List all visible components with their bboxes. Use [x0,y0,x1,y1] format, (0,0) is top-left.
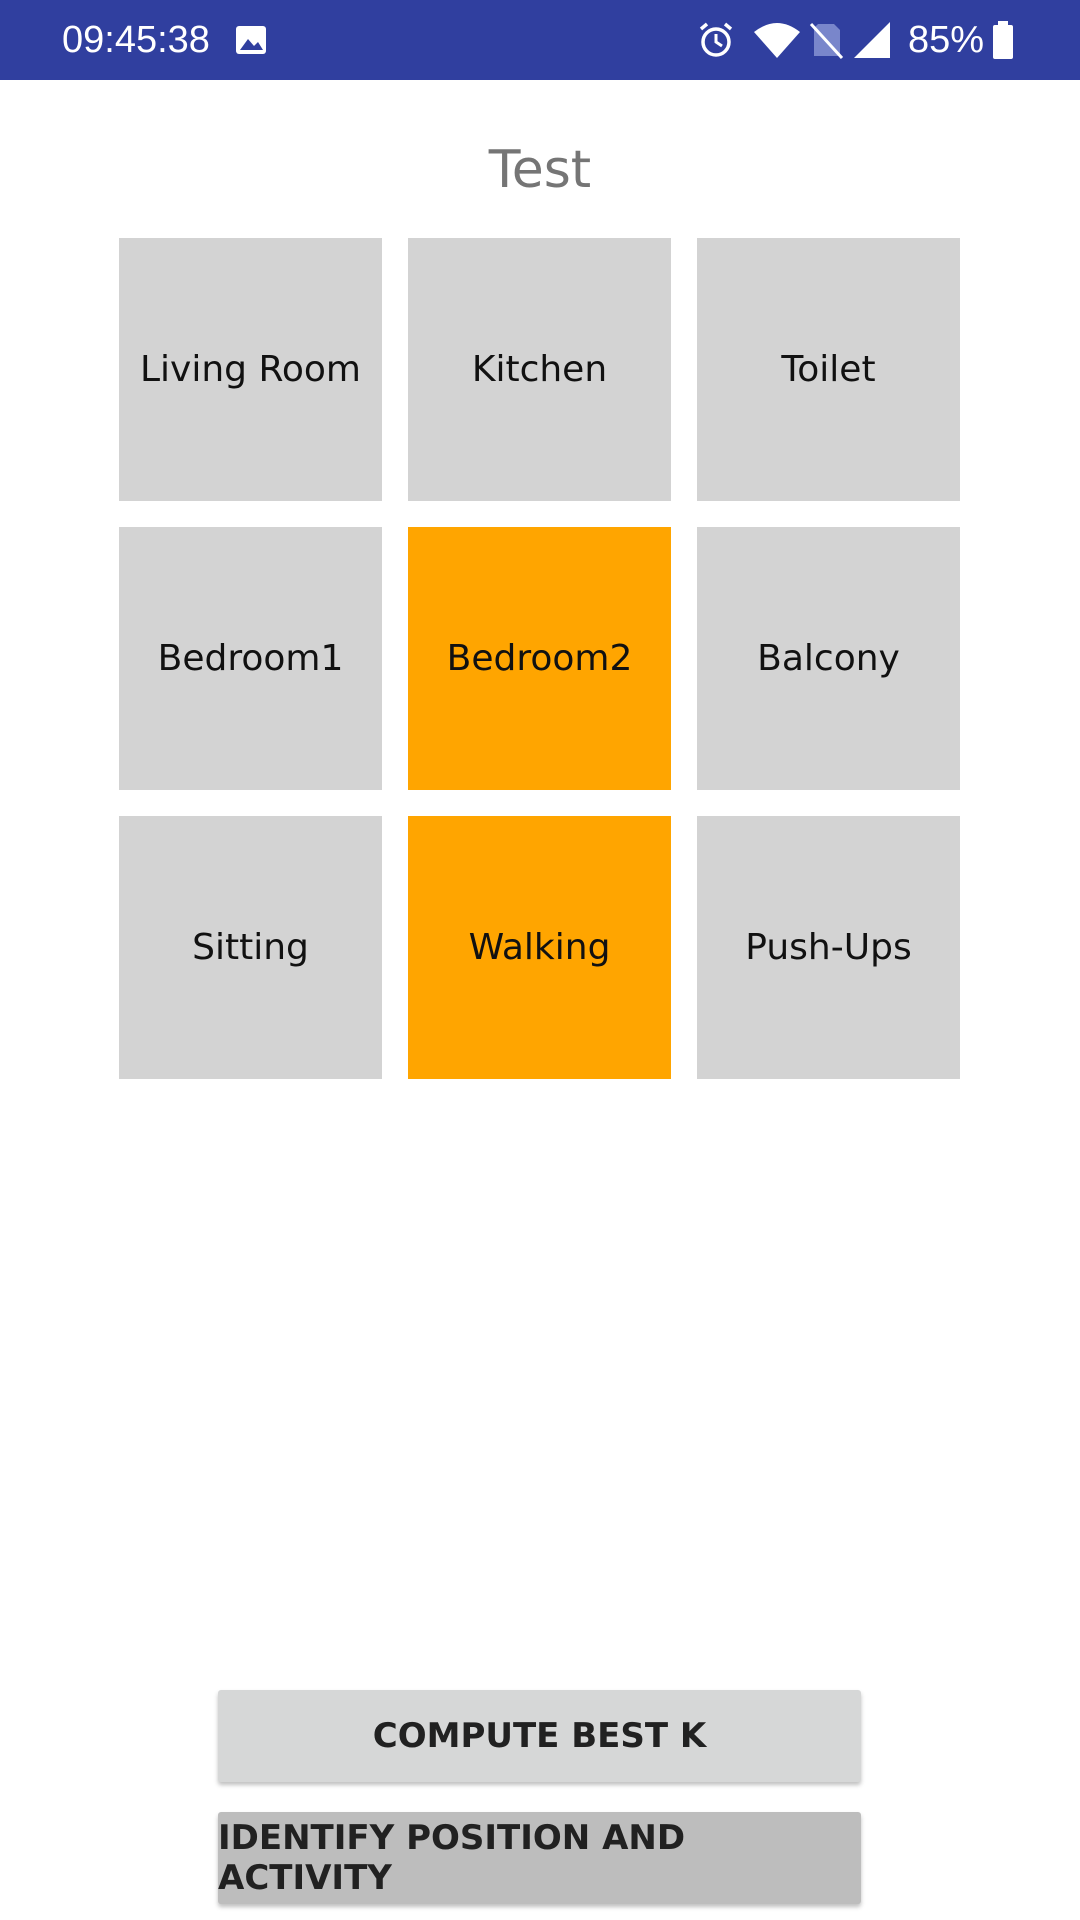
alarm-icon [699,22,733,57]
tile-sitting[interactable]: Sitting [119,816,382,1079]
tile-living-room[interactable]: Living Room [119,238,382,501]
tile-kitchen[interactable]: Kitchen [408,238,671,501]
tile-toilet[interactable]: Toilet [697,238,960,501]
tile-bedroom2[interactable]: Bedroom2 [408,527,671,790]
signal-icon [854,22,890,58]
tile-balcony[interactable]: Balcony [697,527,960,790]
battery-icon [993,21,1013,59]
tile-label: Sitting [192,927,309,968]
wifi-icon [754,23,800,58]
page-title: Test [488,140,592,200]
status-time: 09:45:38 [62,19,210,61]
tile-label: Push-Ups [745,927,912,968]
status-bar: 09:45:38 85% [0,0,1080,80]
image-icon [236,26,266,54]
tile-walking[interactable]: Walking [408,816,671,1079]
tile-bedroom1[interactable]: Bedroom1 [119,527,382,790]
tile-label: Bedroom2 [446,638,633,679]
tile-label: Living Room [140,349,361,390]
tile-label: Kitchen [471,349,608,390]
no-sim-icon [809,22,844,60]
tile-label: Bedroom1 [157,638,344,679]
compute-best-k-button[interactable]: COMPUTE BEST K [218,1690,861,1782]
tile-label: Toilet [781,349,876,390]
tile-label: Balcony [757,638,900,679]
tile-push-ups[interactable]: Push-Ups [697,816,960,1079]
tile-label: Walking [468,927,611,968]
battery-percent: 85% [908,19,985,61]
identify-position-activity-button[interactable]: IDENTIFY POSITION AND ACTIVITY [218,1812,861,1904]
